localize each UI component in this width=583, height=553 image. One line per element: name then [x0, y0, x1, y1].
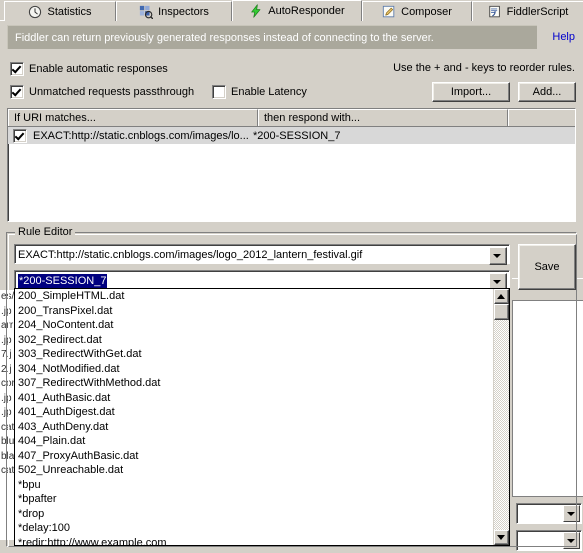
- match-uri-combo[interactable]: EXACT:http://static.cnblogs.com/images/l…: [14, 244, 510, 265]
- dropdown-item[interactable]: 200_SimpleHTML.dat: [15, 289, 494, 304]
- checkbox-label: Enable Latency: [231, 86, 307, 98]
- column-header-extra[interactable]: [508, 109, 575, 126]
- tab-label: FiddlerScript: [506, 5, 569, 18]
- table-row[interactable]: EXACT:http://static.cnblogs.com/images/l…: [8, 127, 575, 144]
- dropdown-item[interactable]: 404_Plain.dat: [15, 434, 494, 449]
- dropdown-item[interactable]: 302_Redirect.dat: [15, 333, 494, 348]
- dropdown-item[interactable]: *delay:100: [15, 521, 494, 536]
- dropdown-item[interactable]: 307_RedirectWithMethod.dat: [15, 376, 494, 391]
- compose-pencil-icon: [383, 5, 395, 17]
- respond-with-value: *200-SESSION_7: [18, 274, 108, 288]
- dropdown-item[interactable]: *drop: [15, 507, 494, 522]
- inspectors-icon: [140, 5, 154, 19]
- tab-label: Inspectors: [158, 5, 209, 18]
- enable-latency-checkbox[interactable]: Enable Latency: [212, 85, 307, 99]
- scroll-up-button[interactable]: [494, 289, 509, 304]
- rule-uri-cell: EXACT:http://static.cnblogs.com/images/l…: [13, 128, 253, 143]
- tab-label: Statistics: [47, 5, 92, 18]
- enable-automatic-responses-checkbox[interactable]: Enable automatic responses: [10, 62, 168, 76]
- respond-with-combo[interactable]: *200-SESSION_7: [14, 270, 510, 291]
- checkbox-icon[interactable]: [10, 62, 24, 76]
- save-button[interactable]: Save: [518, 244, 576, 290]
- tab-composer[interactable]: Composer: [362, 1, 472, 21]
- respond-with-dropdown[interactable]: 200_SimpleHTML.dat 200_TransPixel.dat 204_…: [14, 288, 510, 546]
- dropdown-item[interactable]: *bpu: [15, 478, 494, 493]
- chevron-down-icon[interactable]: [489, 247, 507, 265]
- add-button[interactable]: Add...: [518, 82, 576, 102]
- autoresponder-window: es/.jp arr .jp 7.j 2.j cor .jp .jp cat blu bla cat …: [0, 0, 583, 553]
- rule-response-cell: *200-SESSION_7: [253, 129, 341, 142]
- dropdown-item[interactable]: 502_Unreachable.dat: [15, 463, 494, 478]
- checkbox-icon[interactable]: [10, 85, 24, 99]
- scrollbar-track[interactable]: [494, 320, 509, 530]
- dropdown-item[interactable]: 401_AuthDigest.dat: [15, 405, 494, 420]
- dropdown-item-container: 200_SimpleHTML.dat 200_TransPixel.dat 204_…: [15, 289, 494, 545]
- script-icon: [488, 5, 500, 17]
- reorder-hint: Use the + and - keys to reorder rules.: [393, 62, 575, 74]
- tab-label: AutoResponder: [268, 5, 345, 17]
- rules-list-header: If URI matches... then respond with...: [8, 109, 575, 127]
- checkbox-label: Enable automatic responses: [29, 63, 168, 75]
- tab-statistics[interactable]: Statistics: [4, 1, 116, 21]
- column-header-uri[interactable]: If URI matches...: [8, 109, 258, 126]
- scroll-down-button[interactable]: [494, 530, 509, 545]
- tab-label: Composer: [401, 5, 452, 18]
- dropdown-item[interactable]: 403_AuthDeny.dat: [15, 420, 494, 435]
- tab-bar: Statistics Inspectors AutoResponder Comp…: [0, 0, 583, 21]
- checkbox-icon[interactable]: [212, 85, 226, 99]
- rules-list[interactable]: If URI matches... then respond with... E…: [7, 108, 576, 222]
- info-banner-text: Fiddler can return previously generated …: [15, 31, 434, 44]
- dropdown-item[interactable]: 204_NoContent.dat: [15, 318, 494, 333]
- dropdown-item[interactable]: 401_AuthBasic.dat: [15, 391, 494, 406]
- dropdown-item[interactable]: 407_ProxyAuthBasic.dat: [15, 449, 494, 464]
- tab-autoresponder[interactable]: AutoResponder: [232, 0, 362, 21]
- dropdown-item[interactable]: *redir:http://www.example.com: [15, 536, 494, 546]
- dropdown-item[interactable]: 303_RedirectWithGet.dat: [15, 347, 494, 362]
- help-link[interactable]: Help: [552, 31, 575, 43]
- dropdown-item[interactable]: 200_TransPixel.dat: [15, 304, 494, 319]
- dropdown-item[interactable]: 304_NotModified.dat: [15, 362, 494, 377]
- unmatched-passthrough-checkbox[interactable]: Unmatched requests passthrough: [10, 85, 194, 99]
- match-uri-value: EXACT:http://static.cnblogs.com/images/l…: [18, 249, 363, 261]
- column-header-respond[interactable]: then respond with...: [258, 109, 508, 126]
- lightning-bolt-icon: [251, 4, 261, 18]
- checkbox-label: Unmatched requests passthrough: [29, 86, 195, 98]
- rule-uri-text: EXACT:http://static.cnblogs.com/images/l…: [33, 129, 249, 142]
- scrollbar-thumb[interactable]: [494, 304, 509, 320]
- tab-fiddlerscript[interactable]: FiddlerScript: [472, 1, 583, 21]
- rule-editor-title: Rule Editor: [15, 226, 76, 238]
- checkbox-icon[interactable]: [13, 128, 27, 143]
- import-button[interactable]: Import...: [432, 82, 510, 102]
- dropdown-scrollbar[interactable]: [493, 289, 509, 545]
- tab-inspectors[interactable]: Inspectors: [116, 1, 232, 21]
- info-banner: Fiddler can return previously generated …: [7, 25, 537, 49]
- clock-icon: [29, 5, 42, 18]
- dropdown-item[interactable]: *bpafter: [15, 492, 494, 507]
